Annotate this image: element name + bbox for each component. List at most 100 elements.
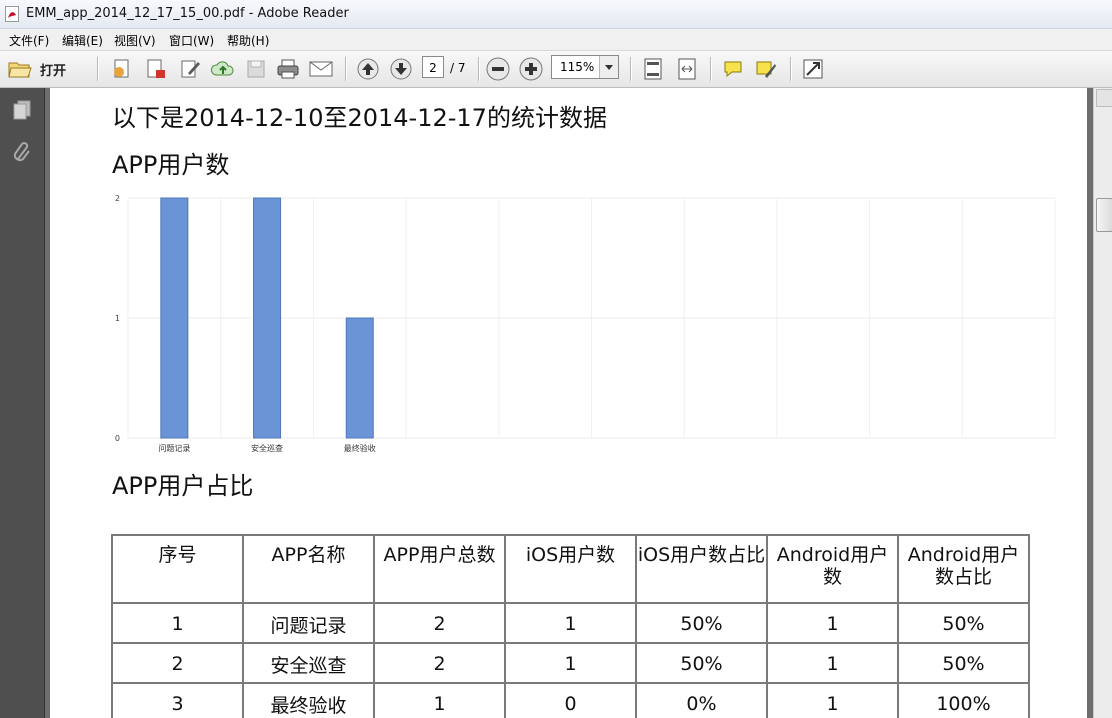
highlight-button[interactable]: [754, 58, 778, 80]
bar: [345, 317, 374, 439]
navigation-panel: [0, 88, 45, 718]
menu-view[interactable]: 视图(V): [114, 32, 156, 49]
user-share-table: 序号 APP名称 APP用户总数 iOS用户数 iOS用户数占比 Android…: [111, 534, 1030, 718]
table-cell: 3: [111, 682, 244, 718]
intro-heading: 以下是2014-12-10至2014-12-17的统计数据: [112, 104, 607, 132]
highlighter-icon: [756, 61, 776, 78]
attachments-button[interactable]: [10, 140, 34, 164]
scroll-thumb[interactable]: [1096, 198, 1112, 232]
table-cell: 50%: [635, 602, 768, 644]
table-cell: 0: [504, 682, 637, 718]
table-cell: 1: [766, 642, 899, 684]
bar: [253, 197, 282, 439]
toolbar-separator: [790, 57, 792, 81]
table-cell: 1: [766, 602, 899, 644]
table-cell: 50%: [897, 642, 1030, 684]
y-tick-label: 1: [115, 314, 120, 323]
window-title: EMM_app_2014_12_17_15_00.pdf - Adobe Rea…: [26, 6, 349, 21]
table-row: 3 最终验收 1 0 0% 1 100%: [111, 682, 1030, 718]
y-tick-label: 2: [115, 194, 120, 203]
open-button-label: 打开: [40, 63, 67, 79]
table-row: 2 安全巡查 2 1 50% 1 50%: [111, 642, 1030, 684]
share-heading: APP用户占比: [112, 472, 254, 500]
table-cell: 最终验收: [242, 682, 375, 718]
arrow-up-icon: [357, 58, 379, 80]
zoom-out-button[interactable]: [486, 57, 510, 81]
vertical-scrollbar[interactable]: [1093, 88, 1112, 718]
toolbar-separator: [345, 57, 347, 81]
toolbar-separator: [630, 57, 632, 81]
expand-icon: [803, 59, 823, 79]
users-bar-chart: 0 1 2 问题记录 安全巡查 最终验收: [115, 194, 1056, 453]
table-cell: 50%: [897, 602, 1030, 644]
table-cell: 1: [504, 642, 637, 684]
open-button[interactable]: 打开: [8, 57, 66, 81]
create-pdf-button[interactable]: [110, 58, 134, 80]
table-cell: 1: [111, 602, 244, 644]
table-cell: 1: [373, 682, 506, 718]
fit-width-icon: [678, 58, 696, 80]
upload-button[interactable]: [211, 58, 235, 80]
fullscreen-button[interactable]: [801, 58, 825, 80]
col-header-android-users: Android用户数: [766, 534, 899, 604]
col-header-ios-users: iOS用户数: [504, 534, 637, 604]
toolbar-separator: [478, 57, 480, 81]
table-cell: 问题记录: [242, 602, 375, 644]
create-pdf-icon: [114, 59, 129, 78]
export-pdf-button[interactable]: [144, 58, 168, 80]
toolbar-separator: [97, 57, 99, 81]
paperclip-icon: [13, 142, 30, 162]
toolbar-separator: [710, 57, 712, 81]
chevron-down-icon[interactable]: [599, 56, 618, 78]
comment-button[interactable]: [721, 58, 745, 80]
document-page: 以下是2014-12-10至2014-12-17的统计数据 APP用户数 012…: [50, 88, 1087, 718]
previous-page-button[interactable]: [356, 58, 380, 80]
pages-icon: [13, 100, 31, 120]
next-page-button[interactable]: [389, 58, 413, 80]
fit-width-button[interactable]: [675, 58, 699, 80]
page-thumbnails-button[interactable]: [10, 98, 34, 122]
zoom-in-button[interactable]: [519, 57, 543, 81]
envelope-icon: [309, 61, 333, 77]
menu-bar: 文件(F) 编辑(E) 视图(V) 窗口(W) 帮助(H): [0, 29, 1112, 51]
page-total: / 7: [450, 61, 466, 75]
table-header-row: 序号 APP名称 APP用户总数 iOS用户数 iOS用户数占比 Android…: [111, 534, 1030, 604]
menu-window[interactable]: 窗口(W): [169, 32, 214, 49]
edit-pdf-button[interactable]: [178, 58, 202, 80]
col-header-total-users: APP用户总数: [373, 534, 506, 604]
minus-circle-icon: [486, 57, 510, 81]
table-cell: 2: [373, 602, 506, 644]
menu-help[interactable]: 帮助(H): [227, 32, 269, 49]
edit-document-icon: [181, 60, 200, 78]
table-row: 1 问题记录 2 1 50% 1 50%: [111, 602, 1030, 644]
save-button[interactable]: [244, 58, 268, 80]
zoom-select[interactable]: 115%: [551, 55, 619, 79]
table-cell: 0%: [635, 682, 768, 718]
export-pdf-icon: [147, 59, 165, 78]
menu-file[interactable]: 文件(F): [9, 32, 49, 49]
fit-page-button[interactable]: [641, 58, 665, 80]
users-heading: APP用户数: [112, 151, 230, 179]
col-header-index: 序号: [111, 534, 244, 604]
arrow-down-icon: [390, 58, 412, 80]
col-header-android-share: Android用户数占比: [897, 534, 1030, 604]
scroll-up-button[interactable]: [1096, 89, 1112, 107]
y-tick-label: 0: [115, 434, 120, 443]
plus-circle-icon: [519, 57, 543, 81]
menu-edit[interactable]: 编辑(E): [62, 32, 103, 49]
table-cell: 100%: [897, 682, 1030, 718]
pdf-file-icon: [5, 6, 19, 22]
save-icon: [247, 60, 265, 78]
print-button[interactable]: [276, 58, 300, 80]
email-button[interactable]: [309, 58, 333, 80]
page-number-input[interactable]: 2: [422, 56, 444, 78]
col-header-app-name: APP名称: [242, 534, 375, 604]
speech-bubble-icon: [724, 61, 742, 78]
bar: [160, 197, 189, 439]
table-cell: 1: [766, 682, 899, 718]
table-cell: 2: [111, 642, 244, 684]
table-cell: 1: [504, 602, 637, 644]
table-cell: 2: [373, 642, 506, 684]
x-tick-label: 安全巡查: [251, 443, 283, 453]
x-tick-label: 问题记录: [158, 444, 190, 453]
